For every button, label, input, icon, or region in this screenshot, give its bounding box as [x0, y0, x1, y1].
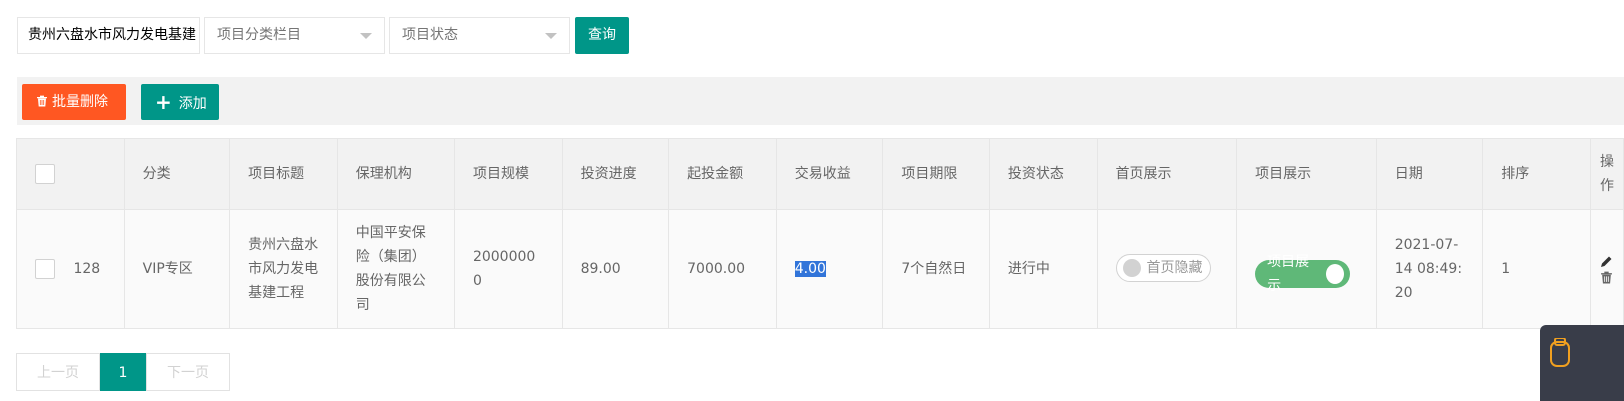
- batch-delete-label: 批量删除: [52, 94, 108, 110]
- status-select[interactable]: 项目状态: [389, 17, 570, 54]
- cell-sort: 1: [1482, 209, 1591, 329]
- project-table: 分类 项目标题 保理机构 项目规模 投资进度 起投金额 交易收益 项目期限 投资…: [16, 138, 1624, 329]
- row-checkbox[interactable]: [35, 259, 55, 279]
- prev-page-button[interactable]: 上一页: [16, 353, 100, 391]
- cell-factoring-org: 中国平安保险（集团）股份有限公司: [336, 209, 455, 329]
- page-1-button[interactable]: 1: [100, 353, 146, 391]
- chevron-down-icon: [360, 33, 372, 39]
- header-scale: 项目规模: [453, 138, 563, 210]
- cell-title: 贵州六盘水市风力发电基建工程: [229, 209, 338, 329]
- cell-yield: 4.00: [775, 209, 884, 329]
- cell-project-display: 项目展示: [1236, 209, 1377, 329]
- row-select-cell: 128: [16, 209, 125, 329]
- header-yield: 交易收益: [775, 138, 884, 210]
- toggle-knob: [1325, 264, 1345, 284]
- side-float-widget[interactable]: [1540, 325, 1624, 401]
- filter-bar: 贵州六盘水市风力发电基建 项目分类栏目 项目状态 查询: [17, 17, 629, 54]
- category-select-label: 项目分类栏目: [217, 27, 301, 43]
- widget-icon: [1550, 338, 1570, 367]
- cell-scale: 20000000: [453, 209, 563, 329]
- cell-progress: 89.00: [561, 209, 670, 329]
- cell-date: 2021-07-14 08:49:20: [1375, 209, 1484, 329]
- plus-icon: +: [155, 90, 172, 114]
- batch-delete-button[interactable]: 批量删除: [22, 84, 126, 120]
- header-title: 项目标题: [229, 138, 338, 210]
- home-display-label: 首页隐藏: [1146, 259, 1203, 276]
- add-button[interactable]: + 添加: [141, 84, 219, 120]
- project-display-toggle[interactable]: 项目展示: [1255, 254, 1351, 294]
- delete-icon[interactable]: [1600, 271, 1613, 284]
- toggle-knob: [1122, 258, 1141, 277]
- cell-term: 7个自然日: [882, 209, 990, 329]
- status-select-label: 项目状态: [402, 27, 458, 43]
- toolbar: 批量删除 + 添加: [17, 77, 1624, 125]
- yield-value: 4.00: [794, 261, 826, 277]
- trash-icon: [37, 95, 47, 107]
- header-factoring-org: 保理机构: [336, 138, 455, 210]
- select-all-cell: [16, 138, 125, 210]
- home-display-toggle[interactable]: 首页隐藏: [1115, 253, 1211, 282]
- header-progress: 投资进度: [561, 138, 670, 210]
- category-select[interactable]: 项目分类栏目: [204, 17, 385, 54]
- header-term: 项目期限: [882, 138, 990, 210]
- header-min-invest: 起投金额: [668, 138, 777, 210]
- select-all-checkbox[interactable]: [35, 164, 55, 184]
- table-header-row: 分类 项目标题 保理机构 项目规模 投资进度 起投金额 交易收益 项目期限 投资…: [16, 138, 1624, 210]
- header-actions: 操作: [1589, 138, 1624, 210]
- header-project-display: 项目展示: [1236, 138, 1377, 210]
- edit-icon[interactable]: [1600, 255, 1613, 268]
- cell-actions: [1589, 209, 1624, 329]
- header-date: 日期: [1375, 138, 1484, 210]
- row-id: 128: [73, 261, 101, 277]
- project-display-label: 项目展示: [1267, 254, 1310, 294]
- cell-min-invest: 7000.00: [668, 209, 777, 329]
- next-page-button[interactable]: 下一页: [146, 353, 230, 391]
- cell-category: VIP专区: [123, 209, 231, 329]
- header-sort: 排序: [1482, 138, 1591, 210]
- add-label: 添加: [178, 96, 207, 112]
- query-button[interactable]: 查询: [575, 17, 629, 54]
- project-name-input[interactable]: 贵州六盘水市风力发电基建: [17, 17, 200, 54]
- cell-home-display: 首页隐藏: [1096, 209, 1238, 329]
- header-category: 分类: [123, 138, 231, 210]
- chevron-down-icon: [545, 33, 557, 39]
- pagination: 上一页 1 下一页: [16, 353, 230, 391]
- cell-invest-status: 进行中: [988, 209, 1098, 329]
- table-row: 128 VIP专区 贵州六盘水市风力发电基建工程 中国平安保险（集团）股份有限公…: [16, 209, 1624, 329]
- header-home-display: 首页展示: [1096, 138, 1238, 210]
- header-invest-status: 投资状态: [988, 138, 1098, 210]
